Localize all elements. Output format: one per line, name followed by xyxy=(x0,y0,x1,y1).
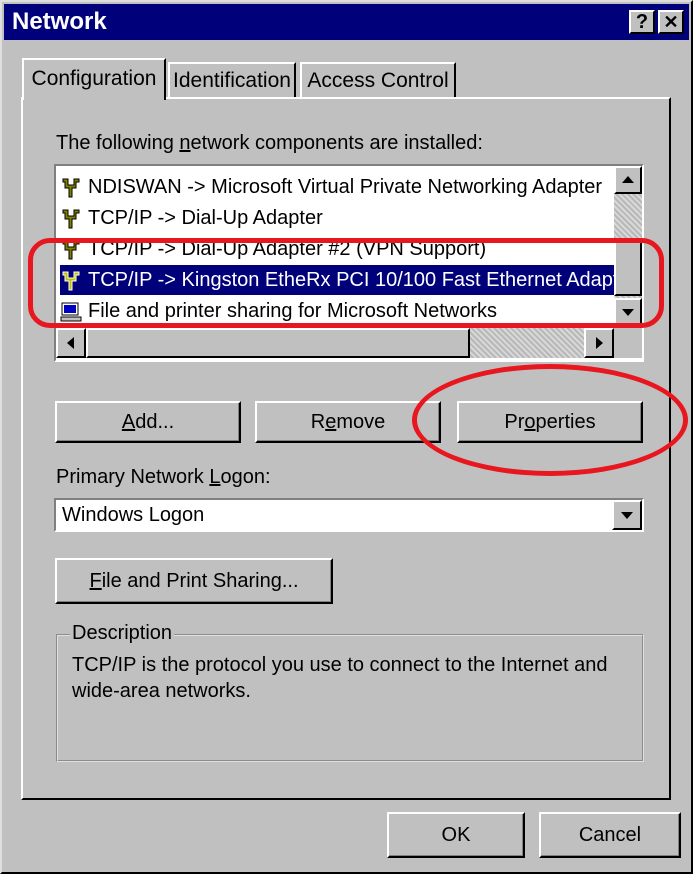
list-item[interactable]: NDISWAN -> Microsoft Virtual Private Net… xyxy=(60,172,616,202)
logon-select[interactable]: Windows Logon xyxy=(54,498,644,532)
chevron-down-icon xyxy=(621,512,633,519)
title-bar[interactable]: Network ? ✕ xyxy=(4,4,689,40)
logon-dropdown-button[interactable] xyxy=(612,500,642,530)
annotation-highlight-selected-row xyxy=(28,238,664,328)
network-adapter-icon xyxy=(62,178,80,198)
horizontal-scroll-thumb[interactable] xyxy=(86,328,470,358)
help-button[interactable]: ? xyxy=(629,10,655,34)
list-item[interactable]: TCP/IP -> Dial-Up Adapter xyxy=(60,203,616,233)
close-button[interactable]: ✕ xyxy=(658,10,684,34)
active-tab-join xyxy=(24,96,164,100)
add-button[interactable]: Add... xyxy=(55,401,241,443)
arrow-right-icon xyxy=(596,337,603,349)
description-text: TCP/IP is the protocol you use to connec… xyxy=(72,654,608,702)
tab-access-control[interactable]: Access Control xyxy=(300,62,456,98)
logon-label: Primary Network Logon: xyxy=(56,466,271,488)
ok-button[interactable]: OK xyxy=(387,812,525,858)
scroll-left-button[interactable] xyxy=(56,328,86,358)
window-title: Network xyxy=(12,8,107,35)
file-print-sharing-button[interactable]: File and Print Sharing... xyxy=(55,558,333,604)
tab-configuration[interactable]: Configuration xyxy=(22,58,166,100)
scroll-up-button[interactable] xyxy=(614,166,642,194)
network-dialog: Network ? ✕ Configuration Identification… xyxy=(0,0,693,874)
scroll-corner xyxy=(614,328,642,358)
cancel-button[interactable]: Cancel xyxy=(539,812,681,858)
arrow-up-icon xyxy=(622,176,634,183)
arrow-left-icon xyxy=(67,337,74,349)
description-legend: Description xyxy=(70,622,175,645)
logon-select-value: Windows Logon xyxy=(62,504,205,526)
annotation-circle-properties xyxy=(412,364,688,476)
scroll-right-button[interactable] xyxy=(584,328,614,358)
components-label: The following network components are ins… xyxy=(56,132,483,154)
network-adapter-icon xyxy=(62,209,80,229)
tab-identification[interactable]: Identification xyxy=(168,62,296,98)
